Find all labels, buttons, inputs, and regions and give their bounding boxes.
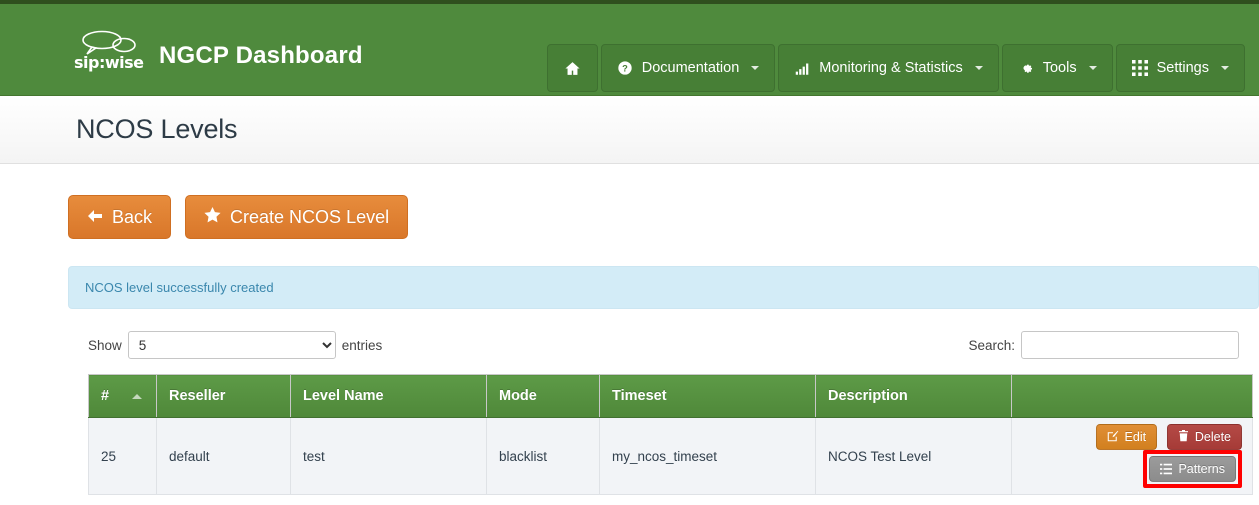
ncos-levels-table: # Reseller Level Name Mode Timeset: [88, 374, 1253, 495]
column-label: Timeset: [612, 388, 667, 404]
edit-button-label: Edit: [1125, 430, 1147, 444]
search-label: Search:: [968, 338, 1015, 353]
grid-icon: [1132, 60, 1148, 76]
page-title: NCOS Levels: [76, 114, 237, 145]
bar-chart-icon: [794, 61, 810, 76]
star-icon: [204, 207, 221, 228]
success-alert: NCOS level successfully created: [68, 266, 1259, 309]
delete-button-label: Delete: [1195, 430, 1231, 444]
content-area: Back Create NCOS Level NCOS level succes…: [0, 195, 1259, 505]
table-header-row: # Reseller Level Name Mode Timeset: [89, 375, 1253, 418]
nav-item-label: Documentation: [642, 60, 740, 76]
datatable-controls: Show 5 entries Search:: [68, 331, 1259, 359]
svg-text:?: ?: [622, 63, 628, 73]
column-header-mode[interactable]: Mode: [487, 375, 600, 418]
cell-reseller: default: [157, 418, 291, 495]
gear-icon: [1018, 60, 1034, 76]
column-label: Reseller: [169, 388, 225, 404]
chevron-down-icon: [975, 66, 983, 70]
trash-icon: [1178, 430, 1189, 445]
column-label: Mode: [499, 388, 537, 404]
show-label: Show: [88, 338, 122, 353]
arrow-left-icon: [87, 207, 103, 228]
pencil-square-icon: [1107, 430, 1119, 445]
nav-item-tools[interactable]: Tools: [1002, 44, 1113, 92]
list-icon: [1160, 463, 1172, 475]
chevron-down-icon: [1221, 66, 1229, 70]
alert-message: NCOS level successfully created: [85, 280, 274, 295]
cell-description: NCOS Test Level: [816, 418, 1012, 495]
column-header-actions: [1012, 375, 1253, 418]
primary-nav: ? Documentation Monitoring & Statistics: [547, 44, 1245, 92]
column-header-timeset[interactable]: Timeset: [600, 375, 816, 418]
chevron-down-icon: [751, 66, 759, 70]
entries-label: entries: [342, 338, 383, 353]
create-ncos-level-button[interactable]: Create NCOS Level: [185, 195, 408, 239]
question-circle-icon: ?: [617, 60, 633, 76]
edit-button[interactable]: Edit: [1096, 424, 1158, 450]
column-header-reseller[interactable]: Reseller: [157, 375, 291, 418]
sort-ascending-icon: [132, 394, 142, 399]
patterns-button-highlight: Patterns: [1143, 450, 1242, 488]
cell-id: 25: [89, 418, 157, 495]
nav-item-label: Tools: [1043, 60, 1077, 76]
brand[interactable]: sip:wise NGCP Dashboard: [74, 29, 363, 71]
cell-timeset: my_ncos_timeset: [600, 418, 816, 495]
create-ncos-level-label: Create NCOS Level: [230, 207, 389, 228]
nav-item-monitoring-statistics[interactable]: Monitoring & Statistics: [778, 44, 998, 92]
column-header-id[interactable]: #: [89, 375, 157, 418]
column-header-description[interactable]: Description: [816, 375, 1012, 418]
cell-mode: blacklist: [487, 418, 600, 495]
nav-item-home[interactable]: [547, 44, 598, 92]
nav-item-documentation[interactable]: ? Documentation: [601, 44, 776, 92]
column-label: Description: [828, 388, 908, 404]
search-input[interactable]: [1021, 331, 1239, 359]
speech-bubbles-icon: [82, 29, 136, 55]
column-label: Level Name: [303, 388, 384, 404]
main-navbar: sip:wise NGCP Dashboard ? Documentation: [0, 4, 1259, 96]
page-header: NCOS Levels: [0, 96, 1259, 164]
ncos-levels-datatable: Show 5 entries Search: #: [68, 331, 1259, 505]
nav-item-label: Settings: [1157, 60, 1209, 76]
brand-title: NGCP Dashboard: [159, 44, 363, 71]
back-button-label: Back: [112, 207, 152, 228]
column-header-level-name[interactable]: Level Name: [291, 375, 487, 418]
page-length-control: Show 5 entries: [88, 331, 382, 359]
nav-item-label: Monitoring & Statistics: [819, 60, 962, 76]
column-label: #: [101, 388, 109, 404]
sipwise-wordmark: sip:wise: [74, 55, 144, 71]
delete-button[interactable]: Delete: [1167, 424, 1242, 450]
search-control: Search:: [968, 331, 1239, 359]
chevron-down-icon: [1089, 66, 1097, 70]
table-row: 25 default test blacklist my_ncos_timese…: [89, 418, 1253, 495]
nav-item-settings[interactable]: Settings: [1116, 44, 1245, 92]
cell-level-name: test: [291, 418, 487, 495]
patterns-button[interactable]: Patterns: [1149, 456, 1236, 482]
back-button[interactable]: Back: [68, 195, 171, 239]
action-button-row: Back Create NCOS Level: [68, 195, 1245, 239]
home-icon: [564, 60, 581, 77]
sipwise-logo-icon: sip:wise: [74, 29, 152, 71]
page-length-select[interactable]: 5: [128, 331, 336, 359]
cell-actions: Edit Delete: [1012, 418, 1253, 495]
